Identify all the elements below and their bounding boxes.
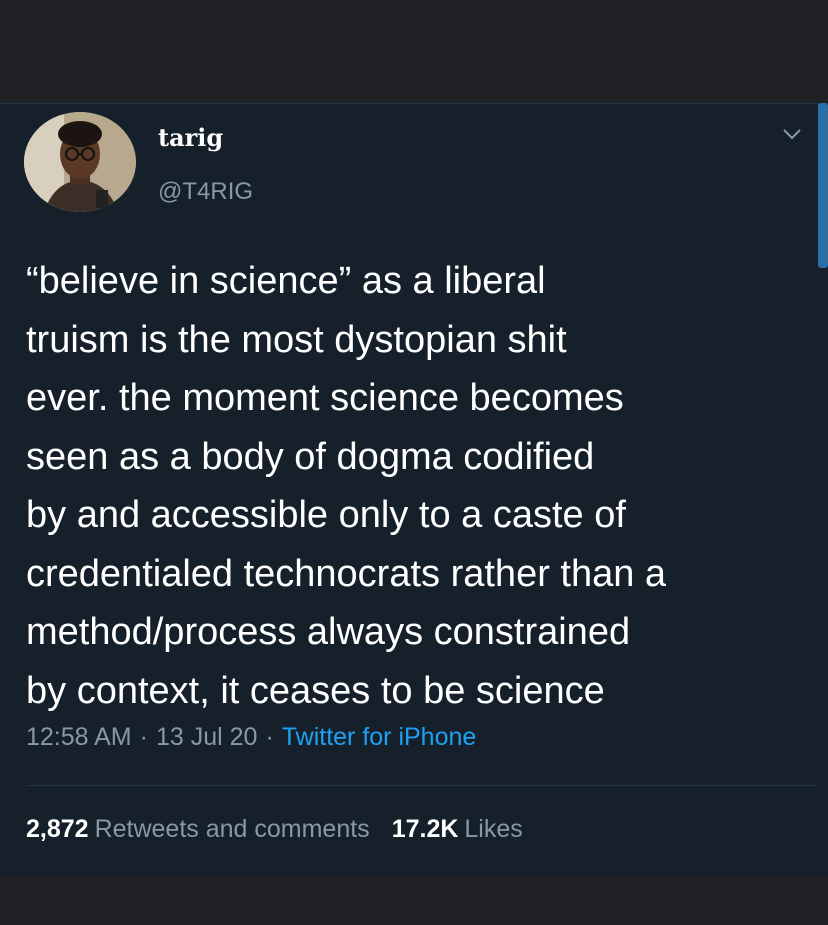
tweet-meta: 12:58 AM · 13 Jul 20 · Twitter for iPhone (26, 723, 476, 752)
scrollbar[interactable] (818, 103, 828, 268)
likes-stat[interactable]: 17.2K Likes (392, 815, 523, 843)
bottom-letterbox (0, 876, 828, 925)
top-letterbox (0, 0, 828, 103)
separator: · (139, 723, 148, 751)
likes-label: Likes (464, 815, 523, 843)
tweet-source-link[interactable]: Twitter for iPhone (282, 723, 477, 751)
likes-count: 17.2K (391, 815, 459, 843)
retweets-count: 2,872 (26, 815, 89, 843)
display-name[interactable]: tarig (158, 123, 223, 152)
separator: · (265, 723, 274, 751)
divider (26, 785, 816, 786)
user-handle[interactable]: @T4RIG (158, 178, 253, 206)
avatar[interactable] (24, 112, 136, 212)
retweets-stat[interactable]: 2,872 Retweets and comments (26, 815, 370, 843)
tweet-card: tarig @T4RIG “believe in science” as a l… (0, 103, 828, 877)
tweet-text: “believe in science” as a liberal truism… (26, 260, 667, 712)
chevron-down-icon[interactable] (780, 122, 804, 146)
tweet-stats: 2,872 Retweets and comments 17.2K Likes (26, 815, 523, 844)
retweets-label: Retweets and comments (94, 815, 370, 843)
tweet-date[interactable]: 13 Jul 20 (156, 723, 257, 751)
tweet-time: 12:58 AM (26, 723, 132, 751)
